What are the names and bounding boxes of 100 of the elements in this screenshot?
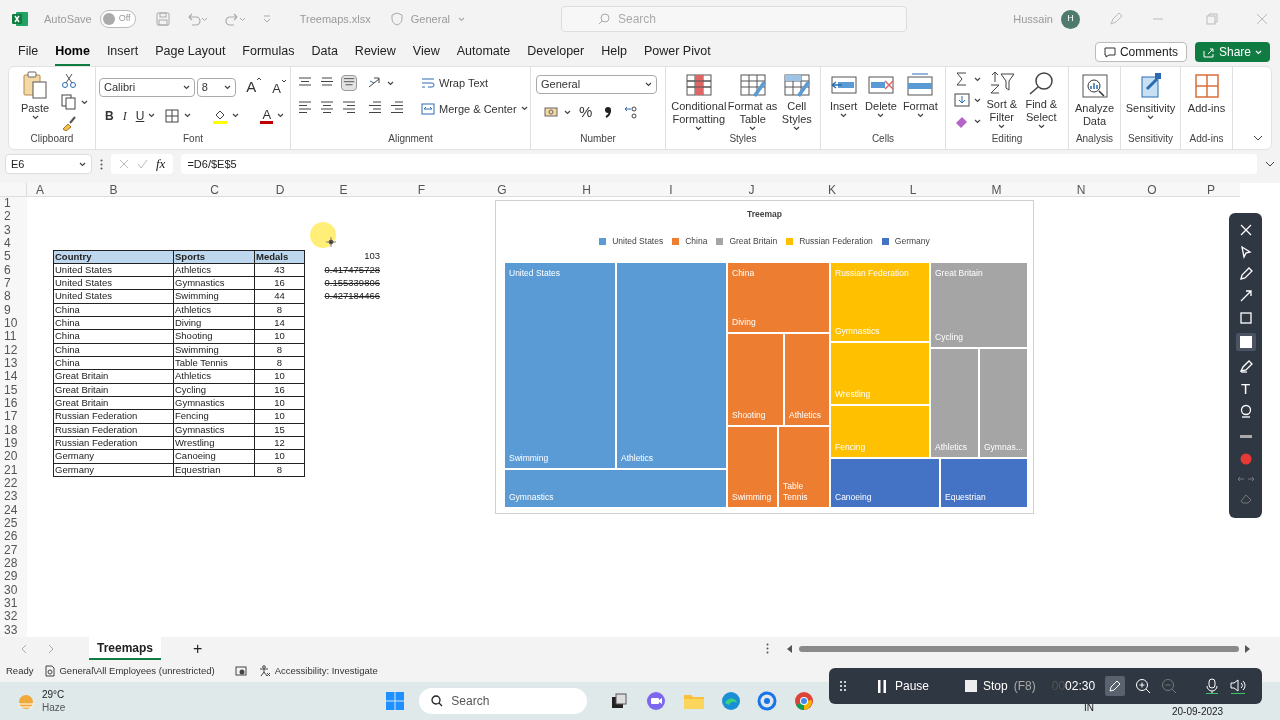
percent-button[interactable]: % xyxy=(579,101,593,124)
scroll-left-icon[interactable] xyxy=(787,644,794,653)
decrease-indent-icon[interactable] xyxy=(367,99,383,115)
pointer-icon[interactable] xyxy=(1238,245,1253,259)
menu-tab[interactable]: Developer xyxy=(527,38,585,66)
increase-font-size-button[interactable]: A xyxy=(246,76,263,99)
more-options-icon[interactable] xyxy=(766,643,770,654)
user-avatar[interactable]: H xyxy=(1061,9,1080,29)
row-header[interactable]: 23 xyxy=(0,490,27,504)
pen-icon[interactable] xyxy=(1238,267,1253,281)
column-header[interactable]: G xyxy=(461,183,543,197)
rectangle-icon[interactable] xyxy=(1238,311,1253,325)
column-header[interactable]: I xyxy=(630,183,712,197)
accessibility-status[interactable]: Accessibility: Investigate xyxy=(274,663,378,679)
copy-icon[interactable] xyxy=(61,94,77,110)
row-header[interactable]: 1 xyxy=(0,197,27,211)
analyze-data-button[interactable]: Analyze Data xyxy=(1071,73,1118,131)
column-header[interactable]: J xyxy=(712,183,791,197)
treemap-tile[interactable]: Canoeing xyxy=(831,459,939,507)
conditional-formatting-button[interactable]: Conditional Formatting xyxy=(670,73,728,131)
column-header[interactable]: M xyxy=(953,183,1040,197)
cell-styles-button[interactable]: Cell Styles xyxy=(777,73,816,131)
format-button[interactable]: Format xyxy=(900,73,941,131)
date-text[interactable]: 20-09-2023 xyxy=(1172,706,1224,718)
chat-app-icon[interactable] xyxy=(645,691,668,711)
number-format-dropdown[interactable]: General xyxy=(536,75,657,94)
speaker-icon[interactable] xyxy=(1229,678,1248,694)
format-as-table-button[interactable]: Format as Table xyxy=(727,73,778,131)
ring-app-icon[interactable] xyxy=(757,691,778,711)
font-color-button[interactable]: A xyxy=(260,107,285,124)
menu-tab[interactable]: Page Layout xyxy=(155,38,226,66)
row-header[interactable]: 17 xyxy=(0,410,27,424)
font-size-dropdown[interactable]: 8 xyxy=(196,77,237,97)
chart-area[interactable] xyxy=(495,200,1034,514)
font-name-dropdown[interactable]: Calibri xyxy=(99,77,195,97)
menu-tab[interactable]: View xyxy=(412,38,440,66)
cut-icon[interactable] xyxy=(61,73,77,89)
column-header[interactable]: P xyxy=(1182,183,1240,197)
format-painter-icon[interactable] xyxy=(61,115,77,131)
stamp-icon[interactable] xyxy=(1238,404,1253,418)
wrap-text-button[interactable]: Wrap Text xyxy=(421,75,528,92)
stop-button[interactable]: Stop (F8) xyxy=(965,677,1036,695)
filled-square-icon[interactable] xyxy=(1235,333,1256,351)
align-left-icon[interactable] xyxy=(297,99,313,115)
column-header[interactable]: A xyxy=(27,183,53,197)
treemap-tile[interactable]: Equestrian xyxy=(941,459,1027,507)
horizontal-scrollbar[interactable] xyxy=(799,645,1240,652)
text-tool-button[interactable]: T xyxy=(1240,381,1251,396)
menu-tab[interactable]: Power Pivot xyxy=(643,38,711,66)
column-header[interactable]: F xyxy=(382,183,461,197)
column-header[interactable]: B xyxy=(53,183,174,197)
collapse-ribbon-icon[interactable] xyxy=(1253,135,1263,141)
row-header[interactable]: 2 xyxy=(0,210,27,224)
browser-wave-icon[interactable] xyxy=(721,691,742,711)
chrome-browser-icon[interactable] xyxy=(794,691,815,711)
row-header[interactable]: 26 xyxy=(0,530,27,544)
align-bottom-icon[interactable] xyxy=(341,75,357,91)
add-ins-button[interactable]: Add-ins xyxy=(1183,73,1230,131)
row-header[interactable]: 14 xyxy=(0,370,27,384)
line-width-icon[interactable] xyxy=(1238,434,1253,440)
pen-icon[interactable] xyxy=(1105,676,1126,696)
align-right-icon[interactable] xyxy=(341,99,357,115)
column-header[interactable]: K xyxy=(791,183,873,197)
task-view-icon[interactable] xyxy=(611,693,628,709)
arrow-icon[interactable] xyxy=(1238,289,1253,303)
drag-grip-icon[interactable] xyxy=(839,680,847,692)
name-box[interactable]: E6 xyxy=(5,154,92,174)
row-header[interactable]: 20 xyxy=(0,450,27,464)
insert-button[interactable]: Insert xyxy=(825,73,862,131)
macro-recording-icon[interactable] xyxy=(234,665,247,677)
zoom-out-icon[interactable] xyxy=(1161,678,1178,694)
column-header[interactable]: C xyxy=(174,183,255,197)
taskbar-search-field[interactable]: Search xyxy=(419,688,588,714)
eraser-icon[interactable] xyxy=(1238,492,1253,504)
row-header[interactable]: 11 xyxy=(0,330,27,344)
row-header[interactable]: 8 xyxy=(0,290,27,304)
column-header[interactable]: D xyxy=(255,183,305,197)
insert-function-button[interactable]: fx xyxy=(156,154,166,174)
menu-tab[interactable]: File xyxy=(18,38,39,66)
share-button[interactable]: Share xyxy=(1194,42,1270,62)
windows-start-icon[interactable] xyxy=(385,691,406,711)
delete-button[interactable]: Delete xyxy=(863,73,899,131)
menu-tab[interactable]: Review xyxy=(354,38,396,66)
column-header[interactable]: L xyxy=(873,183,953,197)
merge-center-button[interactable]: Merge & Center xyxy=(421,100,528,117)
column-header[interactable]: N xyxy=(1040,183,1122,197)
menu-tab[interactable]: Automate xyxy=(456,38,511,66)
bold-button[interactable]: B xyxy=(105,106,114,125)
column-header[interactable]: E xyxy=(305,183,382,197)
highlighter-icon[interactable] xyxy=(1238,359,1253,373)
column-header[interactable]: O xyxy=(1122,183,1182,197)
add-sheet-button[interactable]: + xyxy=(193,640,203,657)
sort-filter-button[interactable]: Sort & Filter xyxy=(985,71,1019,131)
expand-formula-icon[interactable] xyxy=(1265,161,1275,167)
menu-tab[interactable]: Data xyxy=(311,38,338,66)
row-header[interactable]: 5 xyxy=(0,250,27,264)
borders-icon[interactable] xyxy=(164,107,181,124)
fill-down-icon[interactable] xyxy=(954,92,970,108)
align-center-icon[interactable] xyxy=(319,99,335,115)
menu-tab[interactable]: Help xyxy=(601,38,627,66)
